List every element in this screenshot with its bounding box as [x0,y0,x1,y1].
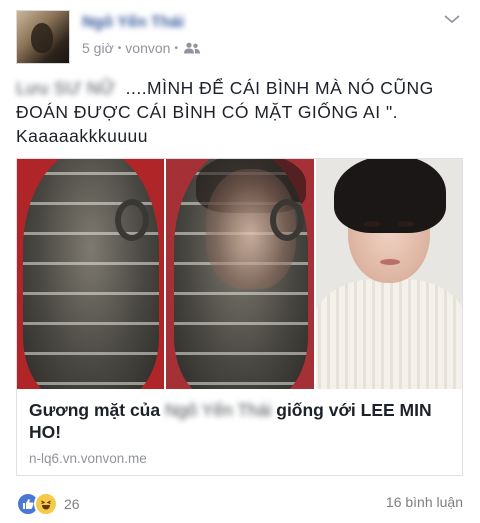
separator-dot: • [117,42,122,54]
post-text-line-1: Lưu SƯ NỮ ....MÌNH ĐỂ CÁI BÌNH MÀ NÓ CŨNG [16,76,466,100]
facebook-post: Ngô Yến Thái 5 giờ • vonvon • Lưu SƯ NỮ.… [0,0,480,523]
vase-face-blend-image [166,159,314,389]
post-text-line-1-content: ....MÌNH ĐỂ CÁI BÌNH MÀ NÓ CŨNG [125,78,434,98]
friends-icon [183,42,200,54]
vase-handle-ring [270,199,304,241]
chevron-down-icon[interactable] [442,12,462,26]
avatar[interactable] [16,10,70,64]
post-footer: 26 16 bình luận [16,492,463,516]
post-meta: 5 giờ • vonvon • [82,40,200,56]
reaction-count: 26 [64,496,80,512]
author-name[interactable]: Ngô Yến Thái [82,14,184,32]
post-text: Lưu SƯ NỮ ....MÌNH ĐỂ CÁI BÌNH MÀ NÓ CŨNG… [16,76,466,148]
vase-handle-ring [115,199,149,241]
post-via[interactable]: vonvon [125,40,170,56]
post-text-line-2: ĐOÁN ĐƯỢC CÁI BÌNH CÓ MẶT GIỐNG AI ". [16,102,399,122]
sweater [316,279,462,389]
link-title-prefix: Gương mặt của [29,400,161,420]
comments-count-link[interactable]: 16 bình luận [386,494,463,510]
blurred-tag: Lưu SƯ NỮ [16,78,116,98]
post-time[interactable]: 5 giờ [82,40,114,56]
eye [398,221,414,227]
link-preview-image[interactable] [17,159,462,389]
post-text-line-3: Kaaaaakkkuuuu [16,126,149,146]
lips [380,259,400,265]
separator-dot: • [174,42,178,54]
eye [364,221,380,227]
vase-image [17,159,164,389]
link-title-suffix: giống với LEE MIN [276,400,432,420]
celebrity-photo [316,159,462,389]
haha-reaction-icon [34,492,58,516]
link-preview-card[interactable]: Gương mặt của Ngô Yến Thái giống với LEE… [16,158,463,476]
hair [334,159,446,233]
link-domain: n-lq6.vn.vonvon.me [29,451,147,466]
link-title-blurred-name: Ngô Yến Thái [164,400,272,420]
link-title[interactable]: Gương mặt của Ngô Yến Thái giống với LEE… [29,399,449,443]
post-header: Ngô Yến Thái 5 giờ • vonvon • [16,10,466,66]
vase-shape [23,159,159,389]
link-title-line-2: HO! [29,422,62,442]
reactions-summary[interactable]: 26 [16,492,80,516]
link-preview-body: Gương mặt của Ngô Yến Thái giống với LEE… [29,399,449,466]
